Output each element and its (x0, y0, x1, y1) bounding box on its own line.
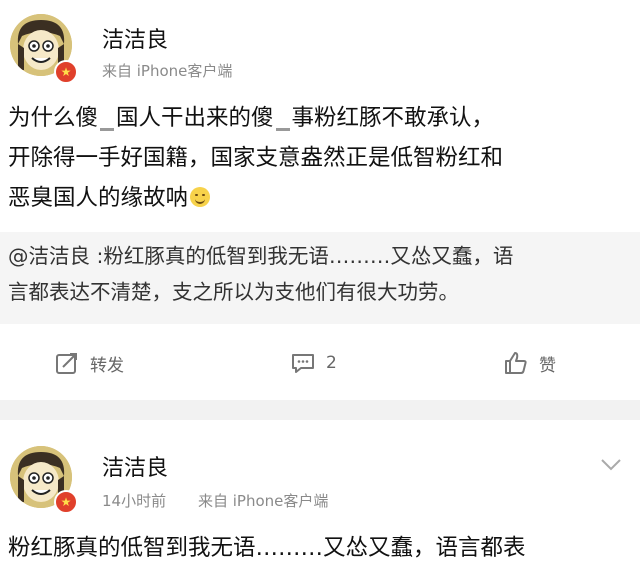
post-source: 来自 iPhone客户端 (198, 492, 329, 510)
like-label: 赞 (539, 355, 556, 376)
repost-button[interactable]: 转发 (54, 350, 124, 376)
post-content: 为什么傻 国人干出来的傻 事粉红豚不敢承认， 开除得一手好国籍，国家支意盎然正是低智… (8, 105, 504, 211)
post-content: 粉红豚真的低智到我无语………又怂又蠢，语言都表 (8, 535, 526, 561)
weibo-post-1: ★ 洁洁良 来自 iPhone客户端 为什么傻 国人干出来的傻 事粉红豚不敢承认， … (0, 0, 640, 400)
like-icon (505, 352, 527, 374)
like-button[interactable]: 赞 (503, 350, 556, 376)
mention-link[interactable]: @洁洁良 (8, 244, 90, 268)
post-source: 来自 iPhone客户端 (102, 62, 233, 80)
smile-emoji-icon (190, 187, 211, 207)
username[interactable]: 洁洁良 (102, 450, 168, 482)
chevron-down-icon[interactable] (600, 458, 622, 472)
post-separator (0, 400, 640, 420)
weibo-post-2: ★ 洁洁良 14小时前 来自 iPhone客户端 粉红豚真的低智到我无语………又… (0, 420, 640, 572)
censored-mark (275, 128, 290, 131)
repost-icon (56, 353, 77, 374)
action-bar: 转发 2 赞 (0, 344, 640, 384)
username[interactable]: 洁洁良 (102, 22, 168, 54)
comment-icon (292, 354, 314, 373)
post-time: 14小时前 (102, 492, 167, 510)
vip-badge-icon: ★ (54, 60, 78, 84)
vip-badge-icon: ★ (54, 490, 78, 514)
quoted-repost[interactable]: @洁洁良 :粉红豚真的低智到我无语………又怂又蠢，语 言都表达不清楚，支之所以为… (0, 232, 640, 324)
repost-label: 转发 (90, 355, 124, 376)
censored-mark (100, 128, 115, 131)
comment-button[interactable]: 2 (290, 350, 337, 376)
comment-count: 2 (326, 353, 337, 373)
